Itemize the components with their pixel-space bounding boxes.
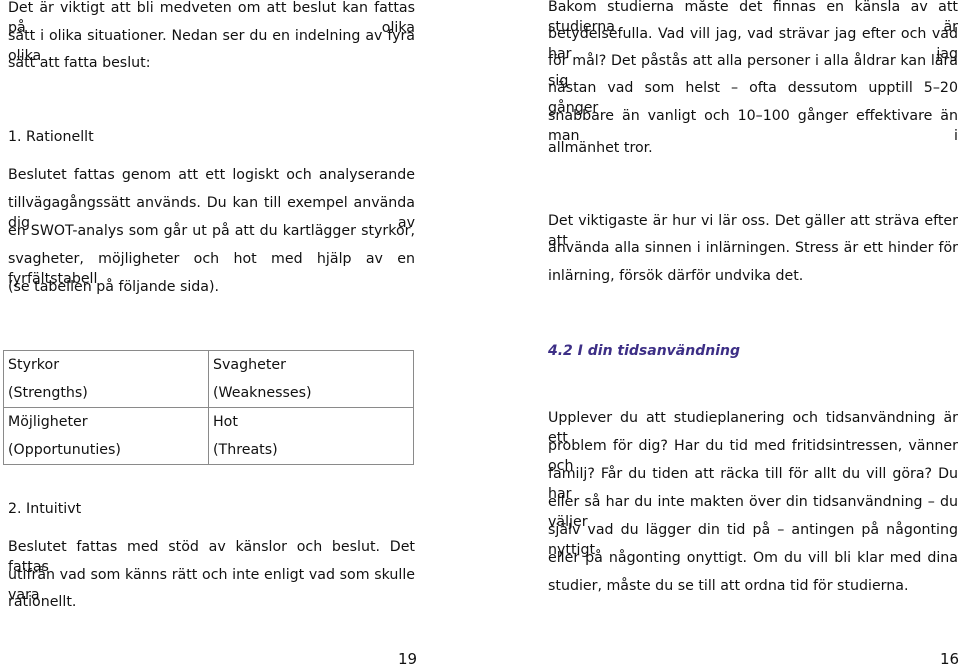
table-row: Möjligheter (Opportunuties) Hot (Threats… [3, 407, 414, 465]
para2-line: använda alla sinnen i inlärningen. Stres… [548, 240, 958, 256]
cell-label: Styrkor [8, 357, 60, 373]
swot-cell-weaknesses: Svagheter (Weaknesses) [208, 350, 414, 408]
para1-line: allmänhet tror. [548, 140, 653, 156]
cell-sublabel: (Strengths) [8, 385, 88, 401]
section2-line: rationellt. [8, 594, 77, 610]
para3-line: studier, måste du se till att ordna tid … [548, 578, 909, 594]
cell-sublabel: (Weaknesses) [213, 385, 312, 401]
cell-label: Svagheter [213, 357, 286, 373]
swot-cell-strengths: Styrkor (Strengths) [3, 350, 209, 408]
page-number-left: 19 [398, 650, 418, 668]
page-number-right: 16 [940, 650, 960, 668]
cell-sublabel: (Opportunuties) [8, 442, 121, 458]
para3-line: eller på någonting onyttigt. Om du vill … [548, 550, 958, 566]
table-row: Styrkor (Strengths) Svagheter (Weaknesse… [3, 350, 414, 408]
section1-line: (se tabellen på följande sida). [8, 279, 220, 295]
cell-sublabel: (Threats) [213, 442, 278, 458]
section1-line: Beslutet fattas genom att ett logiskt oc… [8, 167, 415, 183]
intro-line: sätt att fatta beslut: [8, 55, 151, 71]
section-heading: 4.2 I din tidsanvändning [548, 343, 740, 359]
section1-line: en SWOT-analys som går ut på att du kart… [8, 223, 415, 239]
cell-label: Möjligheter [8, 414, 88, 430]
para2-line: inlärning, försök därför undvika det. [548, 268, 804, 284]
section-title-rationellt: 1. Rationellt [8, 129, 94, 145]
cell-label: Hot [213, 414, 238, 430]
swot-cell-opportunities: Möjligheter (Opportunuties) [3, 407, 209, 465]
swot-cell-threats: Hot (Threats) [208, 407, 414, 465]
section-title-intuitivt: 2. Intuitivt [8, 501, 82, 517]
swot-table: Styrkor (Strengths) Svagheter (Weaknesse… [3, 350, 414, 465]
